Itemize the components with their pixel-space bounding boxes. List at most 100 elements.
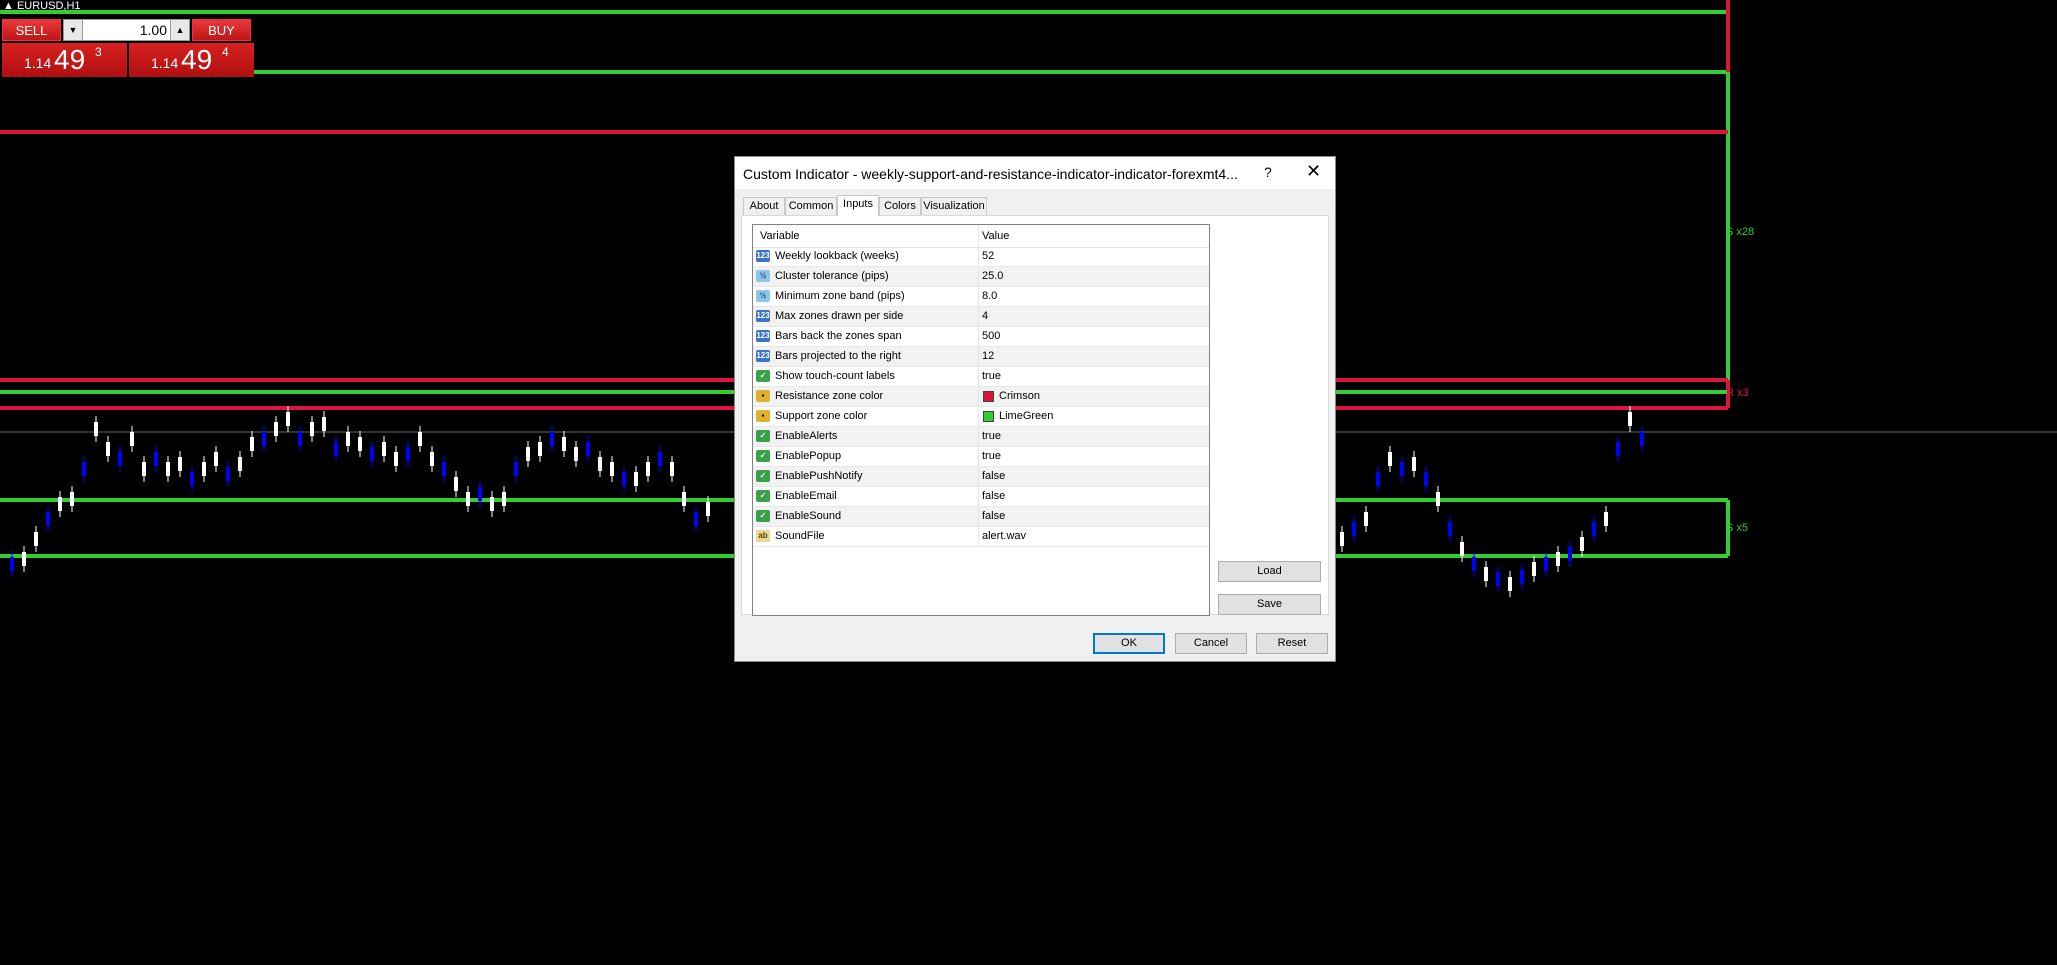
int-param-icon: 123	[756, 350, 770, 362]
tab-inputs[interactable]: Inputs	[837, 195, 879, 216]
input-variable-name: Bars projected to the right	[775, 350, 901, 362]
input-row[interactable]: 123 Max zones drawn per side 4	[753, 307, 1209, 327]
input-variable-name: EnablePushNotify	[775, 470, 863, 482]
reset-button[interactable]: Reset	[1256, 633, 1328, 654]
dialog-title: Custom Indicator - weekly-support-and-re…	[743, 166, 1238, 182]
upper-support-zone-label: S x28	[1726, 226, 1755, 238]
input-variable-name: EnableAlerts	[775, 430, 838, 442]
input-row[interactable]: ▪ Resistance zone color Crimson	[753, 387, 1209, 407]
input-value[interactable]: Crimson	[999, 390, 1040, 402]
input-value[interactable]: true	[982, 430, 1001, 442]
lot-dropdown-icon[interactable]: ▼	[64, 20, 83, 40]
input-row[interactable]: ab SoundFile alert.wav	[753, 527, 1209, 547]
input-value[interactable]: 25.0	[982, 270, 1003, 282]
lower-support-zone-label: S x5	[1726, 522, 1749, 534]
custom-indicator-dialog: Custom Indicator - weekly-support-and-re…	[734, 156, 1336, 662]
tab-about[interactable]: About	[743, 197, 785, 215]
input-variable-name: Bars back the zones span	[775, 330, 902, 342]
input-row[interactable]: 123 Bars projected to the right 12	[753, 347, 1209, 367]
input-value[interactable]: true	[982, 370, 1001, 382]
dialog-titlebar[interactable]: Custom Indicator - weekly-support-and-re…	[735, 157, 1335, 189]
int-param-icon: 123	[756, 250, 770, 262]
input-row[interactable]: ✓ EnablePushNotify false	[753, 467, 1209, 487]
input-variable-name: EnablePopup	[775, 450, 842, 462]
input-value[interactable]: false	[982, 470, 1005, 482]
bid-price-point: 3	[95, 45, 102, 59]
cancel-button[interactable]: Cancel	[1175, 633, 1247, 654]
chart-symbol-title: ▲ EURUSD,H1	[3, 0, 81, 12]
input-row[interactable]: ✓ Show touch-count labels true	[753, 367, 1209, 387]
input-row[interactable]: ▪ Support zone color LimeGreen	[753, 407, 1209, 427]
value-column-header[interactable]: Value	[982, 230, 1009, 242]
resistance-zone-label: R x3	[1726, 387, 1749, 399]
bool-param-icon: ✓	[756, 430, 770, 442]
input-row[interactable]: ✓ EnableEmail false	[753, 487, 1209, 507]
input-row[interactable]: ✓ EnablePopup true	[753, 447, 1209, 467]
bool-param-icon: ✓	[756, 450, 770, 462]
int-param-icon: 123	[756, 330, 770, 342]
grid-header: Variable Value	[753, 225, 1209, 248]
input-value[interactable]: alert.wav	[982, 530, 1026, 542]
input-row[interactable]: ✓ EnableSound false	[753, 507, 1209, 527]
input-value[interactable]: 500	[982, 330, 1000, 342]
input-variable-name: Show touch-count labels	[775, 370, 895, 382]
variable-column-header[interactable]: Variable	[760, 230, 800, 242]
lot-size-input[interactable]: 1.00	[84, 20, 167, 40]
input-value[interactable]: 8.0	[982, 290, 997, 302]
tab-common[interactable]: Common	[785, 197, 837, 215]
buy-button[interactable]: BUY	[192, 19, 251, 41]
input-row[interactable]: 123 Weekly lookback (weeks) 52	[753, 247, 1209, 267]
double-param-icon: ½	[756, 290, 770, 302]
input-value[interactable]: false	[982, 490, 1005, 502]
bool-param-icon: ✓	[756, 490, 770, 502]
input-value[interactable]: 52	[982, 250, 994, 262]
bid-price-prefix: 1.14	[24, 55, 52, 71]
input-value[interactable]: 12	[982, 350, 994, 362]
lot-increase-icon[interactable]: ▲	[170, 20, 189, 40]
input-variable-name: Max zones drawn per side	[775, 310, 904, 322]
ok-button[interactable]: OK	[1093, 633, 1165, 654]
input-variable-name: Resistance zone color	[775, 390, 884, 402]
input-variable-name: Minimum zone band (pips)	[775, 290, 905, 302]
close-icon[interactable]: ✕	[1306, 161, 1321, 181]
ask-price-button[interactable]: 1.14 49 4	[129, 43, 254, 77]
input-row[interactable]: ½ Cluster tolerance (pips) 25.0	[753, 267, 1209, 287]
input-variable-name: Cluster tolerance (pips)	[775, 270, 889, 282]
ask-price-prefix: 1.14	[151, 55, 179, 71]
tab-colors[interactable]: Colors	[879, 197, 921, 215]
tab-visualization[interactable]: Visualization	[921, 197, 987, 215]
save-button[interactable]: Save	[1218, 594, 1321, 615]
load-button[interactable]: Load	[1218, 561, 1321, 582]
input-variable-name: EnableSound	[775, 510, 842, 522]
input-value[interactable]: true	[982, 450, 1001, 462]
input-row[interactable]: 123 Bars back the zones span 500	[753, 327, 1209, 347]
color-swatch[interactable]	[983, 391, 994, 402]
string-param-icon: ab	[756, 530, 770, 542]
input-row[interactable]: ½ Minimum zone band (pips) 8.0	[753, 287, 1209, 307]
bool-param-icon: ✓	[756, 510, 770, 522]
input-variable-name: Support zone color	[775, 410, 868, 422]
ask-price-pips: 49	[181, 44, 213, 75]
bid-price-pips: 49	[54, 44, 86, 75]
input-value[interactable]: false	[982, 510, 1005, 522]
input-variable-name: Weekly lookback (weeks)	[775, 250, 899, 262]
input-row[interactable]: ✓ EnableAlerts true	[753, 427, 1209, 447]
bid-price-button[interactable]: 1.14 49 3	[2, 43, 127, 77]
inputs-grid[interactable]: Variable Value 123 Weekly lookback (weeks…	[752, 224, 1210, 616]
help-icon[interactable]: ?	[1264, 164, 1272, 180]
symbol-title-text: EURUSD,H1	[16, 0, 81, 12]
color-param-icon: ▪	[756, 390, 770, 402]
lot-size-spinner[interactable]: ▼ 1.00 ▲	[63, 19, 190, 41]
input-variable-name: EnableEmail	[775, 490, 837, 502]
input-variable-name: SoundFile	[775, 530, 825, 542]
input-value[interactable]: LimeGreen	[999, 410, 1053, 422]
input-value[interactable]: 4	[982, 310, 988, 322]
double-param-icon: ½	[756, 270, 770, 282]
one-click-trading-panel: SELL ▼ 1.00 ▲ BUY 1.14 49 3 1.14 49 4	[2, 19, 254, 79]
color-param-icon: ▪	[756, 410, 770, 422]
int-param-icon: 123	[756, 310, 770, 322]
color-swatch[interactable]	[983, 411, 994, 422]
sell-button[interactable]: SELL	[2, 19, 61, 41]
bool-param-icon: ✓	[756, 370, 770, 382]
bool-param-icon: ✓	[756, 470, 770, 482]
